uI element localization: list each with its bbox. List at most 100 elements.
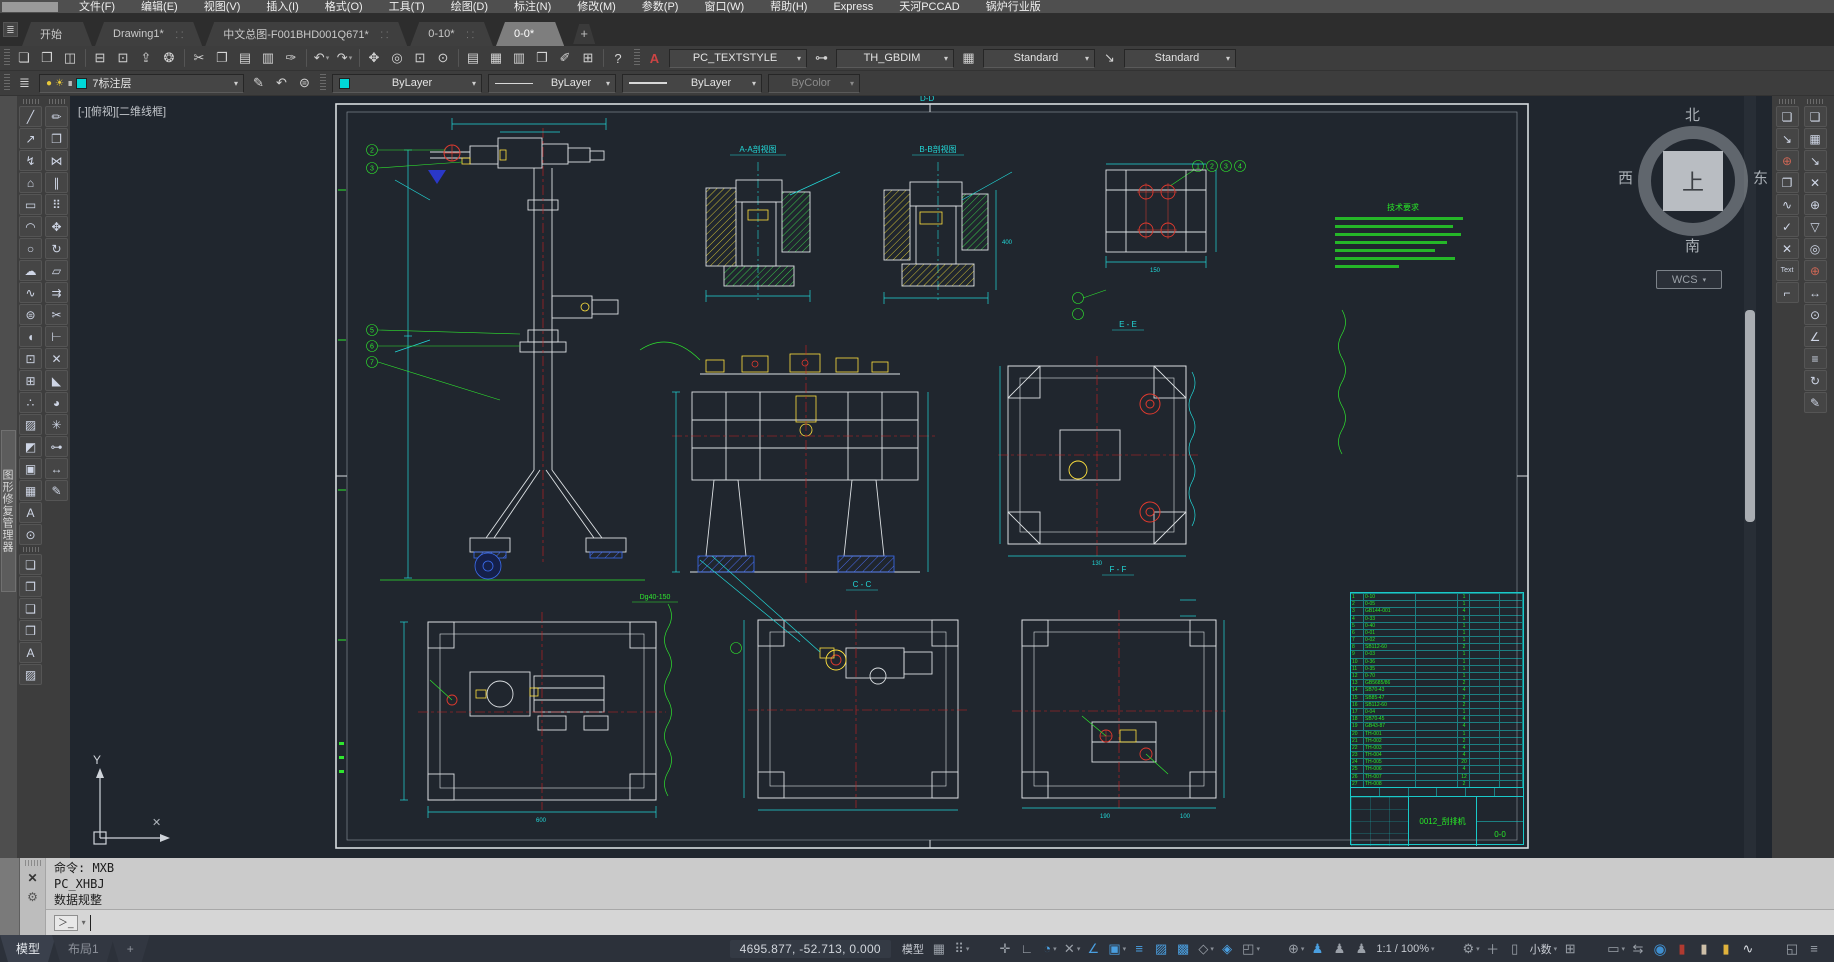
quick-calc[interactable]: ⊞ (1561, 938, 1581, 959)
layer-lock-icon[interactable]: ∎ (67, 78, 73, 89)
explode[interactable]: ✳ (45, 414, 68, 435)
annotation-scale[interactable]: 1:1 / 100%▾ (1374, 938, 1436, 959)
arc[interactable]: ◠ (19, 216, 42, 237)
annotation-sync[interactable]: ♟ (1352, 938, 1372, 959)
redo[interactable]: ↷▾ (334, 48, 355, 69)
stretch[interactable]: ⇉ (45, 282, 68, 303)
annotation-visibility[interactable]: ♟ (1308, 938, 1328, 959)
zoom-realtime[interactable]: ◎ (387, 48, 408, 69)
layer-freeze-sun-icon[interactable]: ☀ (55, 78, 64, 89)
zoom-window[interactable]: ⊡ (410, 48, 431, 69)
dynamic-input[interactable]: ✛ (996, 938, 1016, 959)
copy[interactable]: ❐ (45, 128, 68, 149)
toolbar-grip[interactable] (23, 99, 39, 104)
3d-object-snap[interactable]: ◇▾ (1196, 938, 1216, 959)
view-cube-north[interactable]: 北 (1685, 104, 1700, 125)
menu-item[interactable]: 视图(V) (191, 0, 254, 14)
viewport-controls-label[interactable]: [-][俯视][二维线框] (78, 103, 166, 119)
coordinates-readout[interactable]: 4695.877, -52.713, 0.000 (730, 940, 891, 958)
object-snap-tracking[interactable]: ✕▾ (1062, 938, 1082, 959)
trim[interactable]: ✂ (45, 304, 68, 325)
command-prompt-icon[interactable]: ＞_ (54, 915, 78, 931)
menu-item[interactable]: 工具(T) (376, 0, 438, 14)
bring-to-front[interactable]: ❏ (19, 554, 42, 575)
menu-item[interactable]: Express (820, 0, 886, 14)
join[interactable]: ⊶ (45, 436, 68, 457)
table-style-icon[interactable]: ▦ (958, 48, 979, 69)
leader-3[interactable]: ↘ (1804, 150, 1827, 171)
fillet[interactable]: ◕ (45, 392, 68, 413)
dim-baseline[interactable]: ≡ (1804, 348, 1827, 369)
selection-cycling[interactable]: ▩ (1174, 938, 1194, 959)
wcs-dropdown[interactable]: WCS ▾ (1656, 270, 1722, 289)
toolbar-grip[interactable] (4, 49, 10, 67)
mleader-style-icon[interactable]: ↘ (1099, 48, 1120, 69)
mleader-style-combo[interactable]: Standard▾ (1124, 49, 1236, 68)
close-icon[interactable]: ✕ (27, 871, 37, 885)
view-cube-top-face[interactable]: 上 (1663, 151, 1723, 211)
file-tabs-menu-button[interactable]: ≣ (3, 22, 18, 37)
file-tab[interactable]: 中文总图-F001BHD001Q671*⸬ (205, 22, 407, 46)
layer-previous[interactable]: ↶ (271, 73, 292, 94)
vertical-scrollbar[interactable] (1744, 96, 1756, 858)
command-panel-grip[interactable] (25, 860, 41, 866)
chevron-down-icon[interactable]: ▾ (82, 918, 86, 927)
view-cube-south[interactable]: 南 (1685, 235, 1700, 256)
selection-filtering[interactable]: ◰▾ (1240, 938, 1262, 959)
snap-mode[interactable]: ⠿▾ (952, 938, 972, 959)
model-space-toggle[interactable]: 模型 (900, 938, 928, 959)
plot[interactable]: ⊟ (90, 48, 111, 69)
quick-calc[interactable]: ⊞ (578, 48, 599, 69)
menu-item[interactable]: 文件(F) (66, 0, 128, 14)
target-red[interactable]: ⊕ (1804, 260, 1827, 281)
undo[interactable]: ↶▾ (311, 48, 332, 69)
copy-clip[interactable]: ❐ (212, 48, 233, 69)
layer-combo[interactable]: ● ☀ ∎ 7标注层 ▾ (39, 74, 244, 93)
lineweight-combo[interactable]: ByLayer ▾ (622, 74, 762, 93)
bring-above[interactable]: ❑ (19, 598, 42, 619)
circle[interactable]: ○ (19, 238, 42, 259)
edit-polyline[interactable]: ✎ (45, 480, 68, 501)
file-tab[interactable]: 0-10*⸬ (410, 22, 493, 46)
pan[interactable]: ✥ (364, 48, 385, 69)
view-cube-west[interactable]: 西 (1618, 167, 1633, 188)
menu-item[interactable]: 格式(O) (312, 0, 376, 14)
layer-on-bulb-icon[interactable]: ● (46, 78, 52, 89)
make-object-layer-current[interactable]: ✎ (248, 73, 269, 94)
dynamic-ucs[interactable]: ◈ (1218, 938, 1238, 959)
toolbar-grip[interactable] (1807, 99, 1823, 104)
drawing-canvas[interactable]: D-D (70, 96, 1772, 858)
text-style-icon[interactable]: A (644, 48, 665, 69)
polygon[interactable]: ⌂ (19, 172, 42, 193)
open[interactable]: ❒ (37, 48, 58, 69)
menu-item[interactable]: 帮助(H) (757, 0, 820, 14)
menu-item[interactable]: 编辑(E) (128, 0, 191, 14)
lineweight-display[interactable]: ≡ (1130, 938, 1150, 959)
toolbar-grip[interactable] (49, 99, 65, 104)
dim-update[interactable]: ↻ (1804, 370, 1827, 391)
point[interactable]: ∴ (19, 392, 42, 413)
ellipse[interactable]: ⊜ (19, 304, 42, 325)
ellipse-arc[interactable]: ◖ (19, 326, 42, 347)
lengthen[interactable]: ↔ (45, 458, 68, 479)
tolerance-frame[interactable]: ▽ (1804, 216, 1827, 237)
corner-mark[interactable]: ⌐ (1776, 282, 1799, 303)
workspace-settings[interactable]: ⚙▾ (1461, 938, 1482, 959)
drawing-recovery-manager-tab[interactable]: 图形修复管理器 (1, 430, 16, 592)
markup[interactable]: ✐ (555, 48, 576, 69)
properties[interactable]: ▤ (463, 48, 484, 69)
toolbar-grip[interactable] (23, 547, 39, 552)
chamfer[interactable]: ◣ (45, 370, 68, 391)
command-input-row[interactable]: ＞_ ▾ (46, 909, 1834, 935)
layout-tab[interactable]: 布局1 (52, 935, 115, 962)
axis-symbol[interactable]: ✕ (1804, 172, 1827, 193)
isodraft-angle[interactable]: ∠ (1084, 938, 1104, 959)
section-symbol[interactable]: ✕ (1776, 238, 1799, 259)
toolbar-grip[interactable] (320, 74, 326, 92)
text-tool[interactable]: Text (1776, 260, 1799, 281)
parts-table[interactable]: ▦ (1804, 128, 1827, 149)
th-plot-tool[interactable]: ▮ (1673, 938, 1693, 959)
text-style-combo[interactable]: PC_TEXTSTYLE▾ (669, 49, 807, 68)
menu-item[interactable]: 标注(N) (501, 0, 564, 14)
table-style-combo[interactable]: Standard▾ (983, 49, 1095, 68)
